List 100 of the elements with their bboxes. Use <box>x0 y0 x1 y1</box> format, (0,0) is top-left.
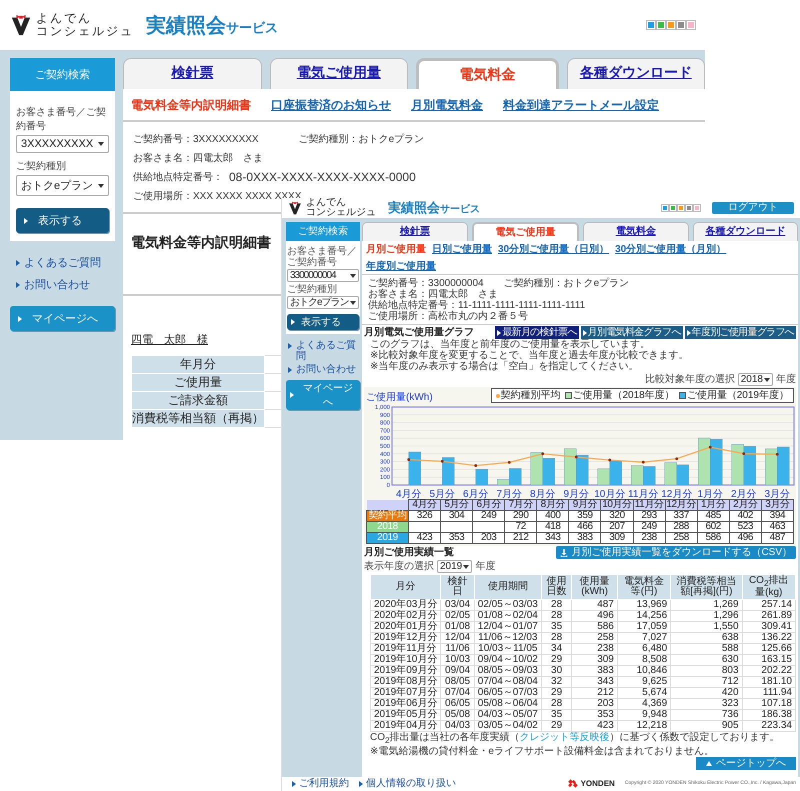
axis-label: 6月分 <box>462 489 489 499</box>
table-header-cell: 1月分 <box>697 500 730 510</box>
table-cell: 2019年09月分 <box>370 666 441 676</box>
table-header-cell: 消費税等相当額[再掲](円) <box>670 574 742 600</box>
table-cell: 2019年07月分 <box>370 688 441 698</box>
bullet-icon <box>292 780 296 786</box>
subtab-link[interactable]: 電気料金等内訳明細書 <box>131 97 251 114</box>
customer-name: 四電 太郎 様 <box>131 332 208 347</box>
bullet-icon <box>291 319 295 325</box>
table-cell: 9,948 <box>617 710 671 720</box>
download-button[interactable]: 月別ご使用実績一覧をダウンロードする（CSV） <box>556 546 796 559</box>
select-field[interactable]: 3XXXXXXXXX <box>16 135 109 153</box>
show-button[interactable]: 表示する <box>287 314 359 330</box>
table-cell: 212 <box>572 688 618 698</box>
subtab-link[interactable]: 30分別ご使用量（日別） <box>498 244 610 255</box>
mypage-button[interactable]: マイページへ <box>286 380 360 410</box>
tab[interactable]: 検針票 <box>123 58 262 89</box>
nav-button[interactable]: 月別電気料金グラフへ <box>580 326 683 339</box>
table-header-cell: 9月分 <box>568 500 601 510</box>
table-cell: 35 <box>541 622 572 632</box>
theme-swatch[interactable] <box>667 21 675 29</box>
table-cell: 05/08～06/04 <box>474 698 542 710</box>
table-header-cell: 11月分 <box>633 500 666 510</box>
footer-link[interactable]: 個人情報の取り扱い <box>359 778 456 789</box>
table-cell: 32 <box>541 676 572 688</box>
theme-swatch[interactable] <box>670 205 676 211</box>
table-cell: 07/04～08/04 <box>474 676 542 688</box>
tab[interactable]: 電気料金 <box>416 58 558 89</box>
subtab-link[interactable]: 料金到達アラートメール設定 <box>503 97 659 114</box>
table-cell: 28 <box>541 610 572 622</box>
table-header-cell: CO$_{2}$排出量(kg) <box>742 574 796 600</box>
table-cell: 803 <box>670 666 742 676</box>
theme-swatch[interactable] <box>686 205 692 211</box>
chart-bar <box>408 452 421 486</box>
theme-swatch[interactable] <box>687 21 695 29</box>
help-link[interactable]: よくあるご質問 <box>16 255 109 270</box>
table-cell: 258 <box>572 632 618 644</box>
select-field[interactable]: おトクeプラン <box>287 296 359 309</box>
axis-label: 9月分 <box>563 489 590 499</box>
table-cell: 353 <box>572 710 618 720</box>
help-link[interactable]: よくあるご質問 <box>288 340 358 362</box>
theme-swatch[interactable] <box>647 21 655 29</box>
theme-swatch[interactable] <box>657 21 665 29</box>
page-top-button[interactable]: ページトップへ <box>696 757 796 770</box>
footer-link[interactable]: ご利用規約 <box>292 778 349 789</box>
table-header-cell: 年月分 <box>132 356 264 374</box>
theme-swatch[interactable] <box>678 205 684 211</box>
theme-swatch[interactable] <box>677 21 685 29</box>
table-cell: 28 <box>541 600 572 610</box>
table-cell: 12/04 <box>440 632 474 644</box>
caret-icon <box>764 378 770 382</box>
subtab-link[interactable]: 日別ご使用量 <box>432 244 492 255</box>
tab[interactable]: 各種ダウンロード <box>692 222 798 241</box>
tab[interactable]: 電気ご使用量 <box>472 222 579 241</box>
table-header-cell: 検針日 <box>440 574 474 600</box>
credit-link[interactable]: クレジット等反映後 <box>520 732 610 743</box>
site-title: 実績照会サービス <box>388 202 480 214</box>
table-cell: 309 <box>572 654 618 666</box>
table-cell: 1,296 <box>670 610 742 622</box>
table-header-cell: 月分 <box>370 574 441 600</box>
axis-label: 8月分 <box>530 489 556 499</box>
table-cell: 223.34 <box>742 720 796 732</box>
tab[interactable]: 電気料金 <box>583 222 688 241</box>
year-select[interactable]: 2018 <box>738 373 773 386</box>
help-link[interactable]: お問い合わせ <box>288 364 358 375</box>
subtab-link[interactable]: 口座振替済のお知らせ <box>271 97 391 114</box>
nav-button[interactable]: 最新月の検針票へ <box>495 326 579 339</box>
table-header-cell: ご使用量 <box>132 374 264 392</box>
table-cell: 09/04 <box>440 666 474 676</box>
table-cell: 2019年08月分 <box>370 676 441 688</box>
select-field[interactable]: 3300000004 <box>287 269 359 282</box>
field-label: ご契約種別 <box>16 160 67 173</box>
logout-button[interactable]: ログアウト <box>712 202 794 214</box>
table-cell: 17,059 <box>617 622 671 632</box>
table-cell: 202.22 <box>742 666 796 676</box>
nav-button[interactable]: 年度別ご使用量グラフへ <box>684 326 796 339</box>
chart-bar <box>442 457 454 486</box>
chart-bar <box>643 466 656 486</box>
site-title: 実績照会サービス <box>146 14 278 38</box>
year-select[interactable]: 2019 <box>437 560 472 573</box>
subtab-link[interactable]: 月別電気料金 <box>411 97 483 114</box>
table-cell: 6,480 <box>617 644 671 654</box>
legend-label: 契約種別平均 <box>500 390 560 401</box>
table-cell: 29 <box>541 720 572 732</box>
chart-bar <box>710 439 722 486</box>
tab[interactable]: 電気ご使用量 <box>270 58 408 89</box>
help-link[interactable]: お問い合わせ <box>16 277 109 292</box>
axis-label: 5月分 <box>429 489 456 499</box>
mypage-button[interactable]: マイページへ <box>10 306 115 331</box>
tab[interactable]: 検針票 <box>362 222 468 241</box>
select-field[interactable]: おトクeプラン <box>16 175 109 196</box>
tab[interactable]: 各種ダウンロード <box>566 58 705 89</box>
chart-bar <box>744 446 756 486</box>
theme-swatch[interactable] <box>662 205 668 211</box>
show-button[interactable]: 表示する <box>16 208 109 233</box>
subtab-link[interactable]: 年度別ご使用量 <box>366 261 436 272</box>
table-cell: 04/03～05/07 <box>474 710 542 720</box>
logo-icon <box>288 201 302 215</box>
subtab-link[interactable]: 月別ご使用量 <box>366 244 426 255</box>
theme-swatch[interactable] <box>694 205 700 211</box>
